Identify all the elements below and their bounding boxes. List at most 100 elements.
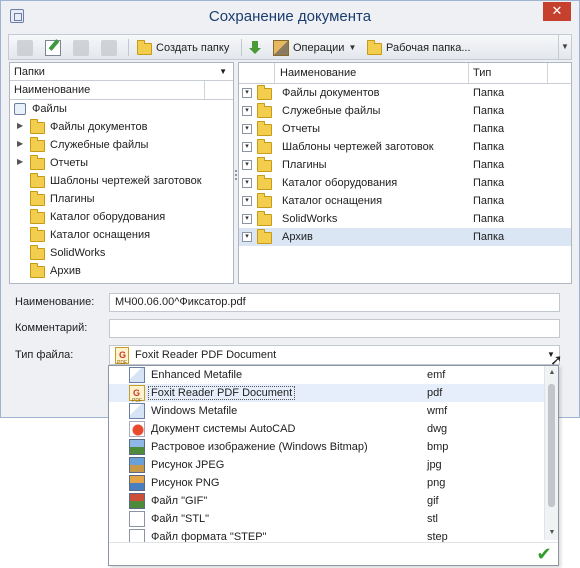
row-type: Папка (473, 87, 505, 99)
filetype-option[interactable]: PDFFoxit Reader PDF Document pdf (109, 378, 558, 408)
confirm-checkmark-icon[interactable]: ✔ (534, 545, 554, 563)
table-row[interactable]: ▾ Файлы документов Папка (239, 84, 571, 102)
row-checkbox[interactable]: ▾ (242, 196, 252, 206)
row-type: Папка (473, 141, 505, 153)
row-checkbox[interactable]: ▾ (242, 142, 252, 152)
option-name: Windows Metafile (151, 405, 238, 417)
column-header-name: Наименование (14, 84, 91, 96)
expand-arrow-icon[interactable]: ▶ (17, 139, 23, 148)
tree-item[interactable]: Каталог оборудования (10, 208, 233, 226)
row-name: SolidWorks (282, 213, 338, 225)
tree-item-label: SolidWorks (50, 247, 106, 259)
filetype-option[interactable]: Растровое изображение (Windows Bitmap) bm… (109, 438, 558, 456)
row-checkbox[interactable]: ▾ (242, 178, 252, 188)
expand-arrow-icon[interactable]: ▶ (17, 121, 23, 130)
edit-button[interactable] (45, 38, 61, 57)
row-checkbox[interactable]: ▾ (242, 214, 252, 224)
tree-item[interactable]: ▶ Файлы документов (10, 118, 233, 136)
toolbar-overflow-button[interactable]: ▼ (558, 35, 571, 59)
create-folder-label: Создать папку (156, 41, 230, 54)
comment-input[interactable] (109, 319, 560, 338)
chevron-down-icon: ▼ (219, 67, 227, 76)
table-row[interactable]: ▾ Служебные файлы Папка (239, 102, 571, 120)
scroll-down-icon[interactable]: ▼ (545, 526, 559, 540)
folder-icon (30, 119, 45, 134)
chevron-down-icon: ▼ (348, 43, 357, 52)
filetype-option[interactable]: Файл "STL" stl (109, 510, 558, 528)
panel-selector-label: Папки (14, 66, 45, 78)
option-name: Рисунок PNG (151, 477, 220, 489)
table-row[interactable]: ▾ Плагины Папка (239, 156, 571, 174)
tree-item[interactable]: Шаблоны чертежей заготовок (10, 172, 233, 190)
row-name: Служебные файлы (282, 105, 381, 117)
option-extension: gif (427, 495, 439, 507)
table-row[interactable]: ▾ Шаблоны чертежей заготовок Папка (239, 138, 571, 156)
option-name: Enhanced Metafile (151, 369, 243, 381)
filetype-dropdown-list: Enhanced Metafile emfPDFFoxit Reader PDF … (108, 365, 559, 566)
row-checkbox[interactable]: ▾ (242, 106, 252, 116)
row-type: Папка (473, 105, 505, 117)
panel-selector[interactable]: Папки ▼ (10, 63, 233, 81)
row-checkbox[interactable]: ▾ (242, 232, 252, 242)
tree-item[interactable]: ▶ Отчеты (10, 154, 233, 172)
back-button[interactable] (17, 38, 33, 57)
download-button[interactable] (247, 38, 263, 57)
tree-item[interactable]: ▶ Служебные файлы (10, 136, 233, 154)
filetype-option[interactable]: Enhanced Metafile emf (109, 366, 558, 384)
window-title: Сохранение документа (208, 8, 372, 25)
folder-icon (257, 229, 272, 244)
column-header-name[interactable]: Наименование (280, 67, 356, 79)
name-input[interactable]: МЧ00.06.00^Фиксатор.pdf (109, 293, 560, 312)
expand-arrow-icon[interactable]: ▶ (17, 157, 23, 166)
filetype-option[interactable]: Файл "GIF" gif (109, 492, 558, 510)
close-button[interactable]: ✕ (543, 2, 571, 21)
row-name: Шаблоны чертежей заготовок (282, 141, 434, 153)
option-name: Файл "GIF" (151, 495, 208, 507)
folder-icon (30, 173, 45, 188)
tree-item[interactable]: Каталог оснащения (10, 226, 233, 244)
copy-button[interactable] (101, 38, 117, 57)
png-icon (129, 475, 145, 491)
filetype-option[interactable]: Рисунок JPEG jpg (109, 456, 558, 474)
work-folder-button[interactable]: Рабочая папка... (367, 38, 471, 57)
table-row[interactable]: ▾ SolidWorks Папка (239, 210, 571, 228)
jpeg-icon (129, 457, 145, 473)
tree-root[interactable]: Файлы (10, 100, 233, 118)
option-extension: stl (427, 513, 438, 525)
scrollbar-thumb[interactable] (548, 384, 555, 507)
dropdown-scrollbar[interactable]: ▲ ▼ (544, 366, 558, 540)
row-checkbox[interactable]: ▾ (242, 160, 252, 170)
title-bar[interactable]: Сохранение документа ✕ (1, 1, 579, 31)
operations-label: Операции (293, 41, 345, 54)
save-button[interactable] (73, 38, 89, 57)
dropdown-footer: ✔ (109, 542, 558, 565)
row-checkbox[interactable]: ▾ (242, 88, 252, 98)
row-name: Архив (282, 231, 313, 243)
table-row[interactable]: ▾ Каталог оснащения Папка (239, 192, 571, 210)
tree-item[interactable]: Плагины (10, 190, 233, 208)
tree-item[interactable]: SolidWorks (10, 244, 233, 262)
option-name: Документ системы AutoCAD (151, 423, 296, 435)
option-extension: jpg (427, 459, 442, 471)
tree-item[interactable]: Архив (10, 262, 233, 280)
create-folder-button[interactable]: Создать папку (137, 38, 229, 57)
download-icon (247, 40, 263, 56)
filetype-select[interactable]: PDF Foxit Reader PDF Document ▼ (109, 340, 560, 370)
option-extension: emf (427, 369, 446, 381)
folder-icon (30, 191, 45, 206)
tree-column-header[interactable]: Наименование (10, 81, 233, 100)
chevron-down-icon: ▼ (561, 42, 569, 51)
row-checkbox[interactable]: ▾ (242, 124, 252, 134)
filetype-option[interactable]: Windows Metafile wmf (109, 402, 558, 420)
column-header-type[interactable]: Тип (473, 67, 491, 79)
back-icon (17, 39, 33, 56)
filetype-option[interactable]: Рисунок PNG png (109, 474, 558, 492)
option-name: Растровое изображение (Windows Bitmap) (151, 441, 368, 453)
table-row[interactable]: ▾ Каталог оборудования Папка (239, 174, 571, 192)
row-name: Отчеты (282, 123, 321, 135)
operations-menu[interactable]: Операции ▼ (273, 38, 356, 57)
table-row[interactable]: ▾ Архив Папка (239, 228, 571, 246)
name-label: Наименование: (15, 296, 95, 308)
table-row[interactable]: ▾ Отчеты Папка (239, 120, 571, 138)
filetype-option[interactable]: Документ системы AutoCAD dwg (109, 420, 558, 438)
